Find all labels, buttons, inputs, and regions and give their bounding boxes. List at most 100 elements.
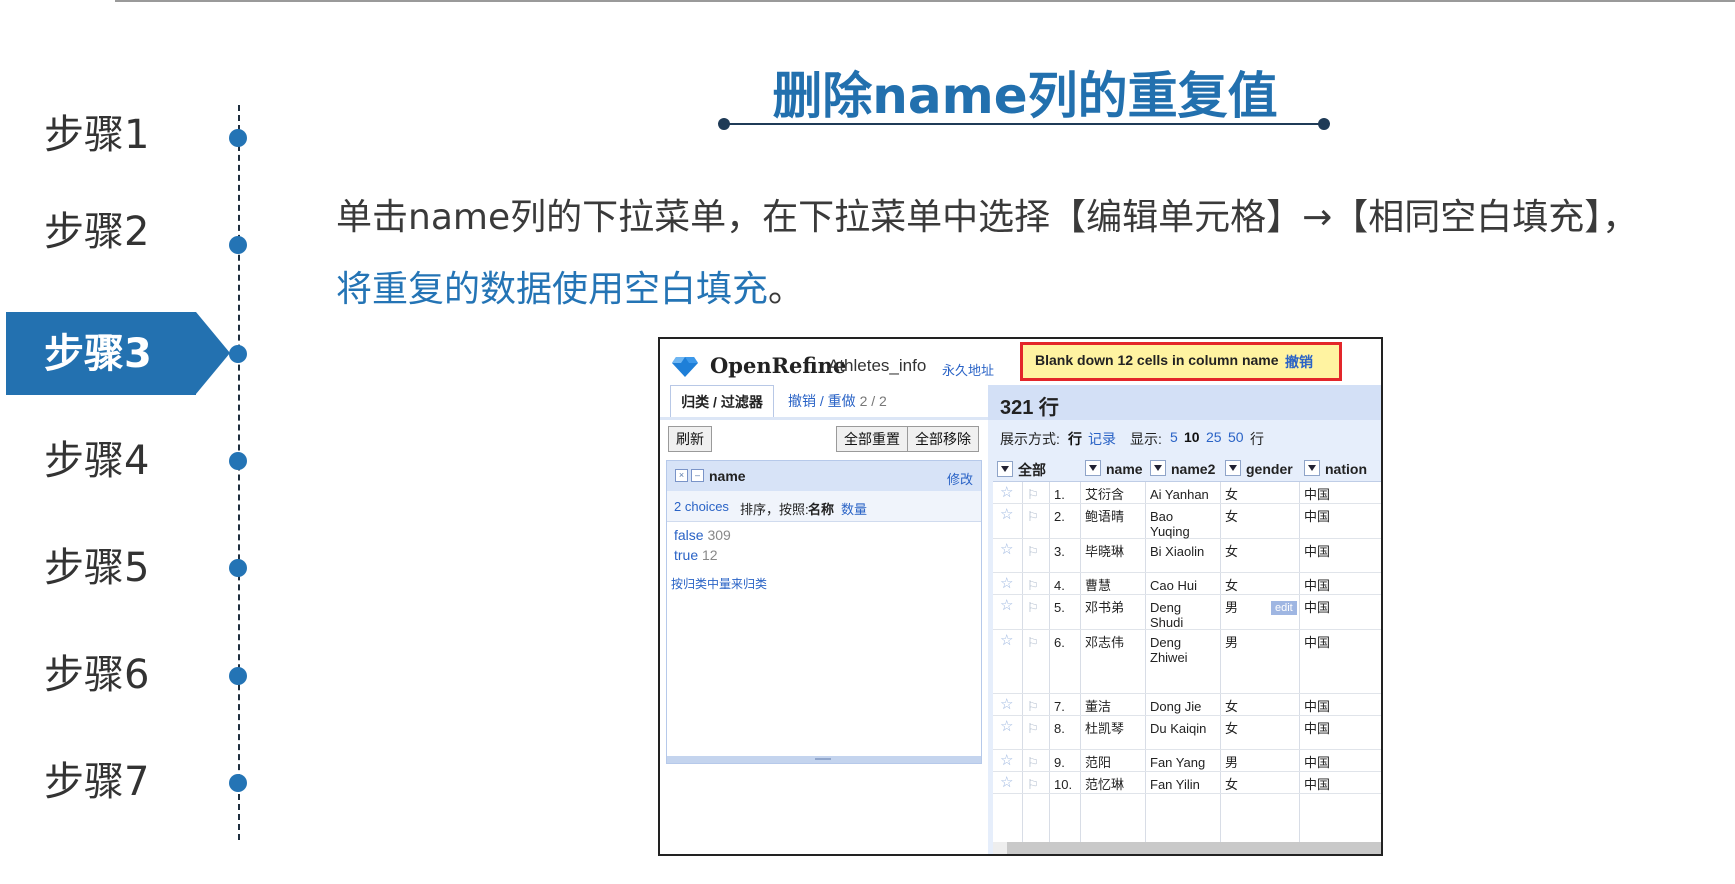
flag-icon[interactable]: ⚐ xyxy=(1027,635,1039,650)
chevron-down-icon[interactable] xyxy=(1225,460,1241,476)
cell-name2[interactable]: Fan Yang xyxy=(1150,755,1205,770)
show-as-rows[interactable]: 行 xyxy=(1068,429,1082,449)
cell-name[interactable]: 杜凯琴 xyxy=(1085,721,1124,736)
flag-icon[interactable]: ⚐ xyxy=(1027,600,1039,615)
cell-gender[interactable]: 女 xyxy=(1225,578,1238,593)
cell-nation[interactable]: 中国 xyxy=(1304,578,1330,593)
star-icon[interactable]: ☆ xyxy=(1000,485,1013,500)
star-icon[interactable]: ☆ xyxy=(1000,598,1013,613)
cell-name[interactable]: 鲍语晴 xyxy=(1085,509,1124,524)
tab-facet-filter[interactable]: 归类 / 过滤器 xyxy=(670,385,774,418)
facet-choice[interactable]: false 309 xyxy=(674,527,731,543)
chevron-down-icon[interactable] xyxy=(1085,460,1101,476)
cell-name2[interactable]: Du Kaiqin xyxy=(1150,721,1206,736)
step-4[interactable]: 步骤4 xyxy=(44,441,184,481)
facet-sort-by-name[interactable]: 名称 xyxy=(808,499,834,518)
cell-name2[interactable]: Bao Yuqing xyxy=(1150,509,1190,539)
star-icon[interactable]: ☆ xyxy=(1000,753,1013,768)
cell-name2[interactable]: Ai Yanhan xyxy=(1150,487,1209,502)
flag-icon[interactable]: ⚐ xyxy=(1027,699,1039,714)
facet-sort-by-count[interactable]: 数量 xyxy=(841,499,867,518)
star-icon[interactable]: ☆ xyxy=(1000,775,1013,790)
cell-gender[interactable]: 男 xyxy=(1225,755,1238,770)
page-size-5[interactable]: 5 xyxy=(1170,429,1178,445)
cell-name2[interactable]: Deng Zhiwei xyxy=(1150,635,1188,665)
facet-edit-link[interactable]: 修改 xyxy=(947,469,973,488)
star-icon[interactable]: ☆ xyxy=(1000,719,1013,734)
refresh-button[interactable]: 刷新 xyxy=(668,426,712,452)
step-7[interactable]: 步骤7 xyxy=(44,762,184,802)
show-as-records[interactable]: 记录 xyxy=(1088,429,1116,449)
facet-resize-handle[interactable] xyxy=(667,756,981,763)
remove-all-button[interactable]: 全部移除 xyxy=(907,426,979,452)
cell-name[interactable]: 邓书弟 xyxy=(1085,600,1124,615)
cell-nation[interactable]: 中国 xyxy=(1304,777,1330,792)
cell-nation[interactable]: 中国 xyxy=(1304,721,1330,736)
cell-name[interactable]: 毕晓琳 xyxy=(1085,544,1124,559)
reset-all-button[interactable]: 全部重置 xyxy=(836,426,908,452)
facet-choice[interactable]: true 12 xyxy=(674,547,718,563)
cell-nation[interactable]: 中国 xyxy=(1304,699,1330,714)
column-header-gender[interactable]: gender xyxy=(1225,460,1293,477)
step-6[interactable]: 步骤6 xyxy=(44,655,184,695)
cell-gender[interactable]: 男 xyxy=(1225,635,1238,650)
cell-name[interactable]: 董洁 xyxy=(1085,699,1111,714)
cell-nation[interactable]: 中国 xyxy=(1304,544,1330,559)
cell-name2[interactable]: Cao Hui xyxy=(1150,578,1197,593)
cell-gender[interactable]: 女 xyxy=(1225,509,1238,524)
column-header-name2[interactable]: name2 xyxy=(1150,460,1215,477)
cell-nation[interactable]: 中国 xyxy=(1304,600,1330,615)
step-5[interactable]: 步骤5 xyxy=(44,548,184,588)
cell-edit-button[interactable]: edit xyxy=(1271,601,1297,615)
step-2[interactable]: 步骤2 xyxy=(44,212,184,252)
cluster-link[interactable]: 按归类中量来归类 xyxy=(671,575,767,592)
chevron-down-icon[interactable] xyxy=(997,461,1013,477)
cell-name[interactable]: 曹慧 xyxy=(1085,578,1111,593)
step-3-active[interactable]: 步骤3 xyxy=(6,312,230,395)
openrefine-logo-text[interactable]: OpenRefine xyxy=(710,353,846,378)
facet-collapse-icon[interactable]: – xyxy=(691,469,704,482)
cell-name[interactable]: 艾衍含 xyxy=(1085,487,1124,502)
page-size-50[interactable]: 50 xyxy=(1228,429,1244,445)
flag-icon[interactable]: ⚐ xyxy=(1027,721,1039,736)
cell-name[interactable]: 范忆琳 xyxy=(1085,777,1124,792)
column-header-all[interactable]: 全部 xyxy=(997,460,1046,480)
flag-icon[interactable]: ⚐ xyxy=(1027,544,1039,559)
cell-nation[interactable]: 中国 xyxy=(1304,635,1330,650)
cell-name[interactable]: 范阳 xyxy=(1085,755,1111,770)
cell-gender[interactable]: 女 xyxy=(1225,487,1238,502)
cell-name2[interactable]: Deng Shudi xyxy=(1150,600,1183,630)
chevron-down-icon[interactable] xyxy=(1304,460,1320,476)
horizontal-scrollbar[interactable] xyxy=(993,842,1381,854)
page-size-25[interactable]: 25 xyxy=(1206,429,1222,445)
page-size-10[interactable]: 10 xyxy=(1184,429,1200,445)
cell-gender[interactable]: 女 xyxy=(1225,699,1238,714)
flag-icon[interactable]: ⚐ xyxy=(1027,509,1039,524)
permalink-link[interactable]: 永久地址 xyxy=(942,360,994,379)
cell-nation[interactable]: 中国 xyxy=(1304,755,1330,770)
cell-gender[interactable]: 男 xyxy=(1225,600,1238,615)
cell-name2[interactable]: Fan Yilin xyxy=(1150,777,1200,792)
notification-undo-link[interactable]: 撤销 xyxy=(1285,352,1313,372)
cell-nation[interactable]: 中国 xyxy=(1304,487,1330,502)
star-icon[interactable]: ☆ xyxy=(1000,697,1013,712)
facet-close-icon[interactable]: × xyxy=(675,469,688,482)
tab-undo-redo[interactable]: 撤销 / 重做 2 / 2 xyxy=(788,385,887,417)
project-name[interactable]: Athletes_info xyxy=(828,356,926,376)
cell-name2[interactable]: Bi Xiaolin xyxy=(1150,544,1204,559)
star-icon[interactable]: ☆ xyxy=(1000,507,1013,522)
column-header-name[interactable]: name xyxy=(1085,460,1143,477)
step-1[interactable]: 步骤1 xyxy=(44,115,184,155)
cell-name2[interactable]: Dong Jie xyxy=(1150,699,1201,714)
cell-nation[interactable]: 中国 xyxy=(1304,509,1330,524)
star-icon[interactable]: ☆ xyxy=(1000,576,1013,591)
cell-name[interactable]: 邓志伟 xyxy=(1085,635,1124,650)
column-header-nation[interactable]: nation xyxy=(1304,460,1367,477)
flag-icon[interactable]: ⚐ xyxy=(1027,487,1039,502)
flag-icon[interactable]: ⚐ xyxy=(1027,578,1039,593)
flag-icon[interactable]: ⚐ xyxy=(1027,755,1039,770)
star-icon[interactable]: ☆ xyxy=(1000,542,1013,557)
cell-gender[interactable]: 女 xyxy=(1225,777,1238,792)
chevron-down-icon[interactable] xyxy=(1150,460,1166,476)
flag-icon[interactable]: ⚐ xyxy=(1027,777,1039,792)
